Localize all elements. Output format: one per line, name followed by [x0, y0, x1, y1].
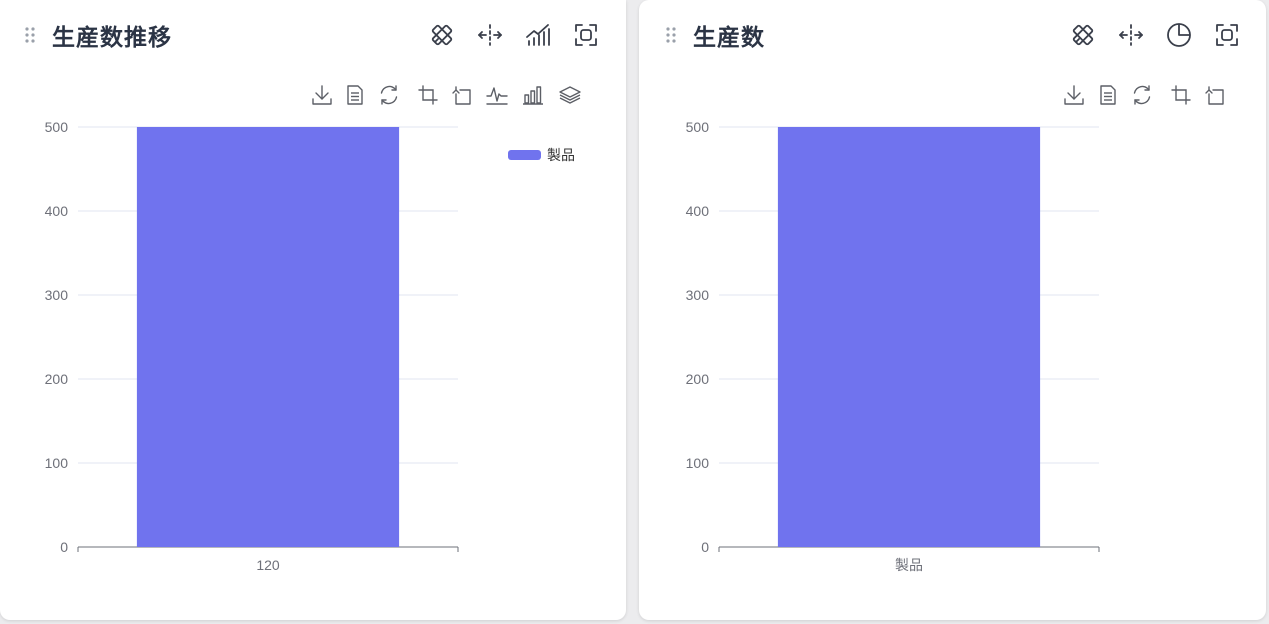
x-tick-label: 120 [256, 557, 280, 573]
bar-chart: 0 100 200 300 400 500 製品 [686, 119, 1100, 573]
y-tick-label: 300 [686, 287, 710, 303]
y-tick-label: 300 [45, 287, 69, 303]
y-tick-label: 0 [701, 539, 709, 555]
y-tick-label: 0 [60, 539, 68, 555]
y-tick-label: 400 [686, 203, 710, 219]
y-tick-label: 100 [45, 455, 69, 471]
y-tick-label: 500 [45, 119, 69, 135]
y-tick-label: 100 [686, 455, 710, 471]
legend-label: 製品 [547, 148, 575, 164]
chart-panel-production-trend: 生産数推移 0 100 200 300 400 500 120 製品 [0, 0, 626, 620]
chart-panel-production: 生産数 0 100 200 300 400 500 製品 [639, 0, 1266, 620]
resize-handle-icon[interactable] [614, 612, 622, 620]
resize-handle-icon[interactable] [1254, 612, 1262, 620]
bar-chart: 0 100 200 300 400 500 120 製品 [45, 119, 575, 573]
legend-swatch [508, 150, 541, 160]
y-tick-label: 400 [45, 203, 69, 219]
bar [777, 127, 1041, 547]
y-tick-label: 500 [686, 119, 710, 135]
y-tick-label: 200 [686, 371, 710, 387]
bar [136, 127, 400, 547]
x-tick-label: 製品 [895, 557, 923, 573]
y-tick-label: 200 [45, 371, 69, 387]
